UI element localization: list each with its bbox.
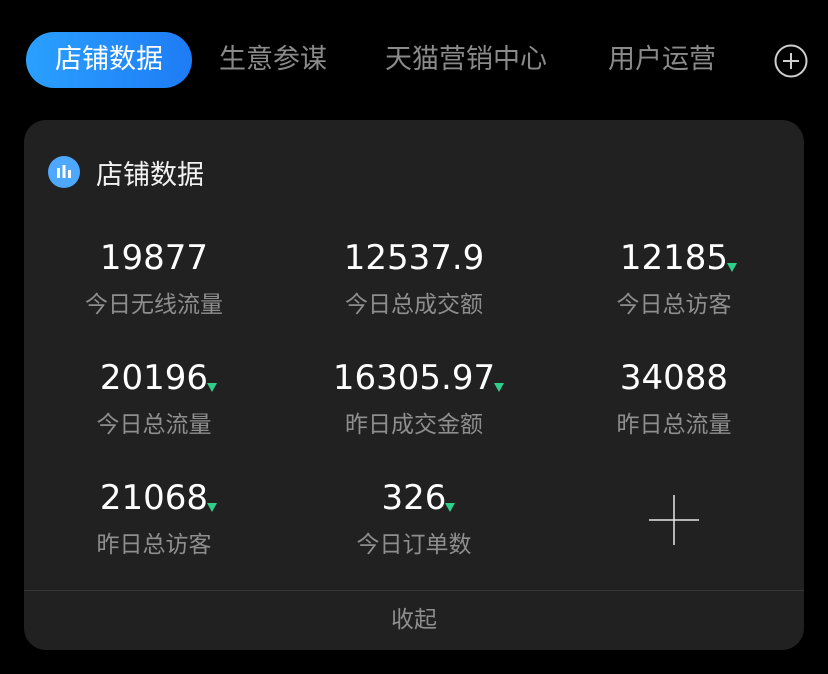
trend-down-icon: [445, 503, 456, 512]
collapse-button[interactable]: 收起: [24, 591, 804, 650]
metric-label: 今日总成交额: [345, 292, 483, 318]
card-title: 店铺数据: [96, 159, 204, 191]
metric-label: 今日订单数: [356, 532, 472, 558]
top-tab-bar: 店铺数据 生意参谋 天猫营销中心 用户运营: [0, 0, 828, 120]
metric-value: 19877: [99, 238, 209, 278]
metric-label: 今日无线流量: [85, 292, 223, 318]
store-data-card: 店铺数据 19877 今日无线流量 12537.9 今日总成交额 12185 今…: [24, 120, 804, 650]
metric-today-total-gmv[interactable]: 12537.9 今日总成交额: [284, 238, 544, 338]
metric-value: 326: [381, 478, 447, 518]
bar-chart-icon: [48, 156, 80, 188]
trend-down-icon: [207, 383, 218, 392]
metric-today-total-visitors[interactable]: 12185 今日总访客: [544, 238, 804, 338]
metric-label: 昨日总访客: [96, 532, 212, 558]
metric-label: 今日总访客: [616, 292, 732, 318]
metric-value: 12185: [619, 238, 729, 278]
metric-yesterday-gmv[interactable]: 16305.97 昨日成交金额: [284, 358, 544, 458]
metric-label: 昨日总流量: [616, 412, 732, 438]
tab-tmall-marketing-center[interactable]: 天猫营销中心: [385, 32, 547, 88]
trend-down-icon: [494, 383, 505, 392]
tab-user-operations[interactable]: 用户运营: [608, 32, 716, 88]
plus-icon[interactable]: [648, 494, 700, 546]
metric-value: 20196: [99, 358, 209, 398]
trend-down-icon: [207, 503, 218, 512]
metric-today-orders[interactable]: 326 今日订单数: [284, 478, 544, 578]
metric-label: 今日总流量: [96, 412, 212, 438]
metric-value: 12537.9: [343, 238, 485, 278]
metric-value: 16305.97: [332, 358, 496, 398]
trend-down-icon: [727, 263, 738, 272]
metric-yesterday-total-visitors[interactable]: 21068 昨日总访客: [24, 478, 284, 578]
metric-value: 21068: [99, 478, 209, 518]
plus-circle-icon[interactable]: [774, 44, 808, 78]
card-header: 店铺数据: [48, 150, 204, 194]
metric-value: 34088: [619, 358, 729, 398]
metric-today-total-traffic[interactable]: 20196 今日总流量: [24, 358, 284, 458]
metric-today-wireless-traffic[interactable]: 19877 今日无线流量: [24, 238, 284, 338]
metric-label: 昨日成交金额: [345, 412, 483, 438]
tab-store-data[interactable]: 店铺数据: [26, 32, 192, 88]
metric-yesterday-total-traffic[interactable]: 34088 昨日总流量: [544, 358, 804, 458]
tab-business-advisor[interactable]: 生意参谋: [219, 32, 327, 88]
